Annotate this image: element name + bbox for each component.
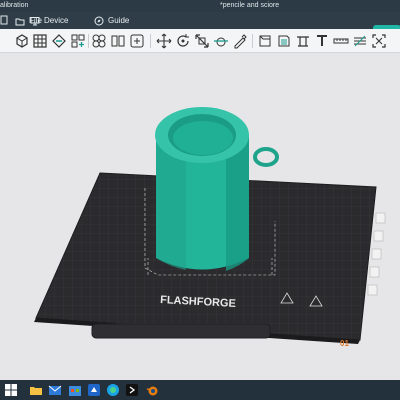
3d-viewport[interactable]: FLASHFORGE 01 (0, 53, 400, 380)
file-explorer-icon[interactable] (29, 383, 43, 397)
measure-icon[interactable] (333, 33, 349, 49)
scale-icon[interactable] (194, 33, 210, 49)
toolbar-divider (252, 34, 253, 48)
cut-icon[interactable] (213, 33, 229, 49)
mail-icon[interactable] (48, 383, 62, 397)
terminal-icon[interactable] (106, 383, 120, 397)
edge-browser-icon[interactable] (87, 383, 101, 397)
menu-bar: File Device Guide S (0, 12, 400, 39)
grid-layout-icon[interactable] (32, 33, 48, 49)
support-paint-icon[interactable] (295, 33, 311, 49)
window-titlebar: alibration *pencile and sciore (0, 0, 400, 12)
toolbar-divider (150, 34, 151, 48)
monitor-icon (30, 16, 40, 26)
rotate-icon[interactable] (175, 33, 191, 49)
menu-guide-label: Guide (108, 16, 130, 25)
slicer-app-icon[interactable] (125, 383, 139, 397)
taskbar (0, 380, 400, 400)
menu-guide[interactable]: Guide (94, 12, 129, 29)
store-icon[interactable] (68, 383, 82, 397)
toolbar-divider (88, 34, 89, 48)
app-name: alibration (0, 2, 29, 9)
hollow-icon[interactable] (257, 33, 273, 49)
place-on-face-icon[interactable] (51, 33, 67, 49)
windows-start-icon[interactable] (4, 383, 18, 397)
menu-toggle-icon[interactable] (0, 15, 8, 25)
compass-icon (94, 16, 104, 26)
menu-device[interactable]: Device (30, 12, 68, 29)
plate-number-label: 01 (340, 339, 349, 348)
text-emboss-icon[interactable] (314, 33, 330, 49)
split-parts-icon[interactable] (110, 33, 126, 49)
menu-device-label: Device (44, 16, 69, 25)
scene-canvas[interactable]: FLASHFORGE 01 (0, 53, 400, 380)
variable-layer-icon[interactable] (352, 33, 368, 49)
fit-view-icon[interactable] (371, 33, 387, 49)
add-object-icon[interactable] (14, 33, 30, 49)
plate-handle (91, 323, 271, 339)
move-icon[interactable] (156, 33, 172, 49)
seam-paint-icon[interactable] (232, 33, 248, 49)
assembly-icon[interactable] (129, 33, 145, 49)
document-title: *pencile and sciore (220, 2, 280, 9)
blender-icon[interactable] (145, 383, 159, 397)
folder-icon (15, 16, 25, 26)
toolbar (0, 29, 400, 53)
layers-icon[interactable] (276, 33, 292, 49)
split-objects-icon[interactable] (91, 33, 107, 49)
auto-arrange-icon[interactable] (70, 33, 86, 49)
